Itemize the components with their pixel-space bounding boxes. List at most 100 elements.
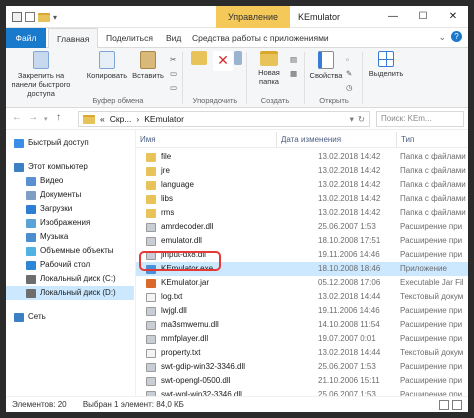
nav-item[interactable]: Объемные объекты — [6, 244, 134, 258]
file-name-cell: language — [136, 178, 276, 192]
nav-item[interactable]: Локальный диск (D:) — [6, 286, 134, 300]
nav-item[interactable]: Музыка — [6, 230, 134, 244]
breadcrumb-item[interactable]: KEmulator — [144, 114, 184, 124]
nav-item[interactable]: Быстрый доступ — [6, 136, 134, 150]
nav-item[interactable]: Видео — [6, 174, 134, 188]
item-count: Элементов: 20 — [12, 400, 67, 409]
tab-file[interactable]: Файл — [6, 28, 46, 48]
file-row[interactable]: amrdecoder.dll 25.06.2007 1:53 Расширение … — [136, 220, 468, 234]
file-date: 13.02.2018 14:42 — [318, 194, 381, 203]
file-row[interactable]: lwjgl.dll 19.11.2006 14:46 Расширение при — [136, 304, 468, 318]
file-row[interactable]: libs 13.02.2018 14:42 Папка с файлами — [136, 192, 468, 206]
copy-button[interactable]: Копировать — [86, 51, 128, 80]
file-name-cell: libs — [136, 192, 276, 206]
file-row[interactable]: swt-wgl-win32-3346.dll 25.06.2007 1:53 Рас… — [136, 388, 468, 396]
copy-path-icon[interactable]: ▭ — [170, 68, 177, 80]
3d-objects-folder-icon — [26, 246, 36, 256]
forward-button[interactable]: → — [28, 112, 38, 123]
file-date: 19.11.2006 14:46 — [318, 250, 380, 259]
nav-item-label: Локальный диск (C:) — [40, 274, 116, 283]
manage-context-tab[interactable]: Управление — [216, 6, 290, 28]
folder-file-icon — [146, 208, 156, 218]
help-icon[interactable]: ? — [451, 31, 462, 42]
file-row[interactable]: property.txt 13.02.2018 14:44 Текстовый до… — [136, 346, 468, 360]
easy-access-icon[interactable]: ▦ — [290, 68, 297, 80]
new-item-icon[interactable]: ▤ — [290, 54, 297, 66]
close-button[interactable]: ✕ — [438, 6, 468, 28]
open-icon[interactable]: ▫ — [346, 54, 349, 66]
search-input[interactable]: Поиск: KEm... — [376, 111, 464, 127]
file-row[interactable]: mmfplayer.dll 19.07.2007 0:01 Расширение п… — [136, 332, 468, 346]
customize-quick-access-icon[interactable]: ▾ — [53, 13, 57, 22]
file-name: swt-gdip-win32-3346.dll — [161, 362, 246, 371]
nav-item[interactable]: Сеть — [6, 310, 134, 324]
pin-label: Закрепить на панели быстрого доступа — [11, 71, 71, 98]
address-dropdown-icon[interactable]: ▾ — [350, 114, 354, 125]
tab-home[interactable]: Главная — [48, 28, 99, 49]
file-type: Папка с файлами — [400, 152, 466, 161]
file-type: Папка с файлами — [400, 180, 466, 189]
file-row[interactable]: emulator.dll 18.10.2008 17:51 Расширение п… — [136, 234, 468, 248]
file-row[interactable]: swt-opengl-0500.dll 21.10.2006 15:11 Расши… — [136, 374, 468, 388]
new-folder-quick-icon[interactable] — [38, 12, 50, 22]
file-row[interactable]: KEmulator.jar 05.12.2008 17:06 Executable … — [136, 276, 468, 290]
move-to-button[interactable] — [188, 51, 210, 67]
network-icon — [14, 312, 24, 322]
maximize-button[interactable]: ☐ — [408, 6, 438, 28]
paste-shortcut-icon[interactable]: ▭ — [170, 82, 177, 94]
recent-locations-icon[interactable]: ▾ — [44, 115, 48, 123]
ribbon: Закрепить на панели быстрого доступа Коп… — [6, 48, 468, 108]
pin-quick-access-button[interactable]: Закрепить на панели быстрого доступа — [10, 51, 72, 98]
up-button[interactable]: ↑ — [56, 112, 61, 123]
large-icons-view-icon[interactable] — [452, 400, 462, 410]
txt-file-icon — [146, 348, 156, 358]
breadcrumb-item[interactable]: Скр... — [110, 114, 132, 124]
history-icon[interactable]: ◷ — [346, 82, 353, 94]
folder-file-icon — [146, 180, 156, 190]
edit-icon[interactable]: ✎ — [346, 68, 352, 80]
back-button[interactable]: ← — [12, 112, 22, 123]
column-type[interactable]: Тип — [396, 132, 468, 147]
column-name[interactable]: Имя — [136, 132, 276, 147]
breadcrumb-separator[interactable]: › — [136, 114, 139, 124]
breadcrumb-overflow[interactable]: « — [100, 114, 105, 124]
minimize-button[interactable]: — — [378, 6, 408, 28]
status-bar: Элементов: 20 Выбран 1 элемент: 84,0 КБ — [6, 396, 468, 412]
new-folder-button[interactable]: Новая папка — [250, 51, 288, 86]
file-row[interactable]: jre 13.02.2018 14:42 Папка с файлами — [136, 164, 468, 178]
file-row[interactable]: rms 13.02.2018 14:42 Папка с файлами — [136, 206, 468, 220]
rename-button[interactable] — [232, 51, 244, 67]
highlight-ring — [139, 251, 221, 271]
app-icon — [12, 12, 22, 22]
nav-item[interactable]: Документы — [6, 188, 134, 202]
file-name-cell: emulator.dll — [136, 234, 276, 248]
delete-button[interactable]: ✕ — [212, 51, 234, 73]
file-row[interactable]: log.txt 13.02.2018 14:44 Текстовый докум — [136, 290, 468, 304]
file-row[interactable]: swt-gdip-win32-3346.dll 25.06.2007 1:53 Ра… — [136, 360, 468, 374]
nav-item[interactable]: Изображения — [6, 216, 134, 230]
file-row[interactable]: file 13.02.2018 14:42 Папка с файлами — [136, 150, 468, 164]
file-name-cell: KEmulator.jar — [136, 276, 276, 290]
tab-share[interactable]: Поделиться — [98, 28, 161, 48]
paste-button[interactable]: Вставить — [130, 51, 166, 80]
nav-item[interactable]: Рабочий стол — [6, 258, 134, 272]
cut-icon[interactable]: ✂ — [170, 54, 176, 66]
select-button[interactable]: Выделить — [366, 51, 406, 78]
address-bar[interactable]: « Скр... › KEmulator ▾ ↻ — [78, 111, 370, 127]
ribbon-tabs: Файл Главная Поделиться Вид Средства раб… — [6, 28, 468, 49]
column-date-modified[interactable]: Дата изменения — [276, 132, 396, 147]
ribbon-collapse-icon[interactable]: ⌄ — [438, 32, 446, 43]
file-date: 05.12.2008 17:06 — [318, 278, 381, 287]
file-row[interactable]: ma3smwemu.dll 14.10.2008 11:54 Расширение … — [136, 318, 468, 332]
tab-app-tools[interactable]: Средства работы с приложениями — [184, 28, 337, 48]
refresh-icon[interactable]: ↻ — [358, 114, 365, 125]
properties-button[interactable]: Свойства — [308, 51, 344, 80]
details-view-icon[interactable] — [439, 400, 449, 410]
file-row[interactable]: language 13.02.2018 14:42 Папка с файлами — [136, 178, 468, 192]
nav-item[interactable]: Локальный диск (C:) — [6, 272, 134, 286]
nav-item[interactable]: Этот компьютер — [6, 160, 134, 174]
properties-quick-icon[interactable] — [25, 12, 35, 22]
select-icon — [378, 51, 394, 67]
music-folder-icon — [26, 232, 36, 242]
nav-item[interactable]: Загрузки — [6, 202, 134, 216]
